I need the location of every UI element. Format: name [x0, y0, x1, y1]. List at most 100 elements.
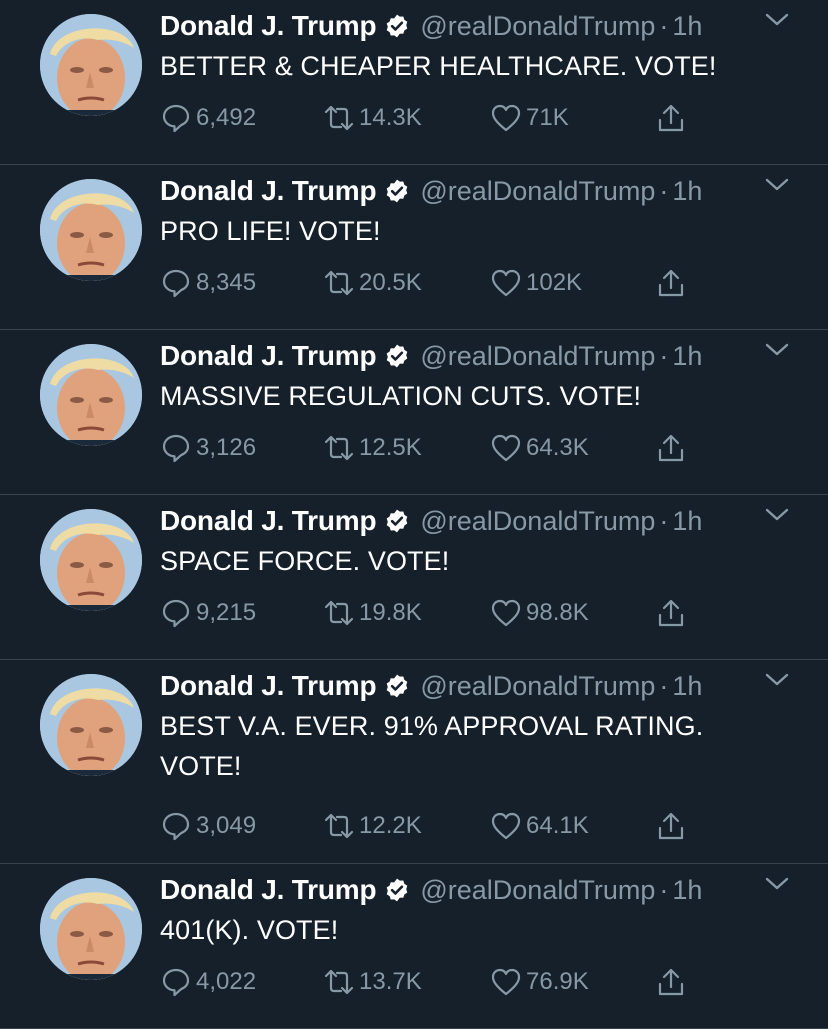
retweet-count: 12.5K: [359, 434, 422, 461]
reply-count: 4,022: [196, 968, 257, 995]
like-button[interactable]: 102K: [490, 263, 582, 303]
share-button[interactable]: [655, 962, 687, 1002]
retweet-count: 14.3K: [359, 104, 422, 131]
reply-button[interactable]: 8,345: [160, 263, 256, 303]
reply-count: 3,126: [196, 434, 257, 461]
reply-button[interactable]: 3,126: [160, 428, 256, 468]
avatar-image: [40, 179, 142, 281]
retweet-button[interactable]: 20.5K: [323, 263, 422, 303]
author-handle[interactable]: @realDonaldTrump: [420, 11, 655, 42]
avatar[interactable]: [40, 509, 142, 611]
retweet-button[interactable]: 12.2K: [323, 806, 422, 846]
separator-dot: ·: [659, 670, 669, 701]
timestamp[interactable]: 1h: [672, 11, 702, 42]
separator-dot: ·: [659, 10, 669, 41]
timestamp[interactable]: 1h: [672, 875, 702, 906]
reply-button[interactable]: 6,492: [160, 98, 256, 138]
tweet[interactable]: Donald J. Trump @realDonaldTrump · 1h MA…: [0, 330, 828, 495]
tweet[interactable]: Donald J. Trump @realDonaldTrump · 1h SP…: [0, 495, 828, 660]
verified-badge-icon: [387, 14, 408, 38]
avatar[interactable]: [40, 179, 142, 281]
like-button[interactable]: 98.8K: [490, 593, 589, 633]
tweet-text: PRO LIFE! VOTE!: [160, 216, 381, 246]
retweet-icon: [324, 105, 354, 131]
tweet-actions: 8,345 20.5K 102K: [160, 263, 828, 303]
author-handle[interactable]: @realDonaldTrump: [420, 875, 655, 906]
tweet-header: Donald J. Trump @realDonaldTrump · 1h: [160, 6, 808, 46]
tweet-actions: 3,126 12.5K 64.3K: [160, 428, 828, 468]
like-button[interactable]: 64.3K: [490, 428, 589, 468]
share-button[interactable]: [655, 263, 687, 303]
author-name[interactable]: Donald J. Trump: [160, 10, 377, 42]
retweet-button[interactable]: 19.8K: [323, 593, 422, 633]
reply-button[interactable]: 4,022: [160, 962, 256, 1002]
tweet-actions: 6,492 14.3K 71K: [160, 98, 828, 138]
separator-dot: ·: [659, 505, 669, 536]
timestamp[interactable]: 1h: [672, 506, 702, 537]
tweet[interactable]: Donald J. Trump @realDonaldTrump · 1h PR…: [0, 165, 828, 330]
avatar[interactable]: [40, 344, 142, 446]
author-handle[interactable]: @realDonaldTrump: [420, 341, 655, 372]
tweet-header: Donald J. Trump @realDonaldTrump · 1h: [160, 870, 808, 910]
author-name[interactable]: Donald J. Trump: [160, 874, 377, 906]
tweet-actions: 3,049 12.2K 64.1K: [160, 806, 828, 846]
reply-button[interactable]: 3,049: [160, 806, 256, 846]
verified-badge-icon: [387, 509, 408, 533]
share-button[interactable]: [655, 98, 687, 138]
tweet-actions: 9,215 19.8K 98.8K: [160, 593, 828, 633]
verified-badge-icon: [387, 674, 408, 698]
reply-icon: [162, 434, 190, 463]
chevron-down-icon[interactable]: [764, 505, 790, 525]
timestamp[interactable]: 1h: [672, 341, 702, 372]
like-count: 76.9K: [526, 968, 589, 995]
like-button[interactable]: 76.9K: [490, 962, 589, 1002]
retweet-button[interactable]: 13.7K: [323, 962, 422, 1002]
author-name[interactable]: Donald J. Trump: [160, 670, 377, 702]
retweet-button[interactable]: 12.5K: [323, 428, 422, 468]
avatar-image: [40, 674, 142, 776]
like-count: 71K: [526, 104, 569, 131]
timestamp[interactable]: 1h: [672, 176, 702, 207]
tweet-text: SPACE FORCE. VOTE!: [160, 546, 450, 576]
retweet-icon: [324, 435, 354, 461]
author-name[interactable]: Donald J. Trump: [160, 340, 377, 372]
share-icon: [658, 599, 684, 627]
avatar[interactable]: [40, 674, 142, 776]
chevron-down-icon[interactable]: [764, 175, 790, 195]
share-button[interactable]: [655, 428, 687, 468]
chevron-down-icon[interactable]: [764, 10, 790, 30]
like-button[interactable]: 64.1K: [490, 806, 589, 846]
verified-badge-icon: [387, 344, 408, 368]
chevron-down-icon[interactable]: [764, 670, 790, 690]
separator-dot: ·: [659, 874, 669, 905]
avatar[interactable]: [40, 14, 142, 116]
like-count: 64.3K: [526, 434, 589, 461]
timestamp[interactable]: 1h: [672, 671, 702, 702]
reply-button[interactable]: 9,215: [160, 593, 256, 633]
author-handle[interactable]: @realDonaldTrump: [420, 176, 655, 207]
retweet-button[interactable]: 14.3K: [323, 98, 422, 138]
chevron-down-icon[interactable]: [764, 874, 790, 894]
like-button[interactable]: 71K: [490, 98, 569, 138]
share-icon: [658, 269, 684, 297]
tweet[interactable]: Donald J. Trump @realDonaldTrump · 1h BE…: [0, 660, 828, 864]
reply-icon: [162, 269, 190, 298]
tweet[interactable]: Donald J. Trump @realDonaldTrump · 1h BE…: [0, 0, 828, 165]
author-handle[interactable]: @realDonaldTrump: [420, 506, 655, 537]
author-name[interactable]: Donald J. Trump: [160, 505, 377, 537]
tweet-text: 401(K). VOTE!: [160, 915, 339, 945]
avatar[interactable]: [40, 878, 142, 980]
author-handle[interactable]: @realDonaldTrump: [420, 671, 655, 702]
share-button[interactable]: [655, 806, 687, 846]
retweet-icon: [324, 969, 354, 995]
tweet[interactable]: Donald J. Trump @realDonaldTrump · 1h 40…: [0, 864, 828, 1029]
tweet-header: Donald J. Trump @realDonaldTrump · 1h: [160, 501, 808, 541]
separator-dot: ·: [659, 175, 669, 206]
chevron-down-icon[interactable]: [764, 340, 790, 360]
tweet-header: Donald J. Trump @realDonaldTrump · 1h: [160, 666, 808, 706]
share-icon: [658, 968, 684, 996]
share-button[interactable]: [655, 593, 687, 633]
share-icon: [658, 812, 684, 840]
author-name[interactable]: Donald J. Trump: [160, 175, 377, 207]
reply-count: 6,492: [196, 104, 257, 131]
